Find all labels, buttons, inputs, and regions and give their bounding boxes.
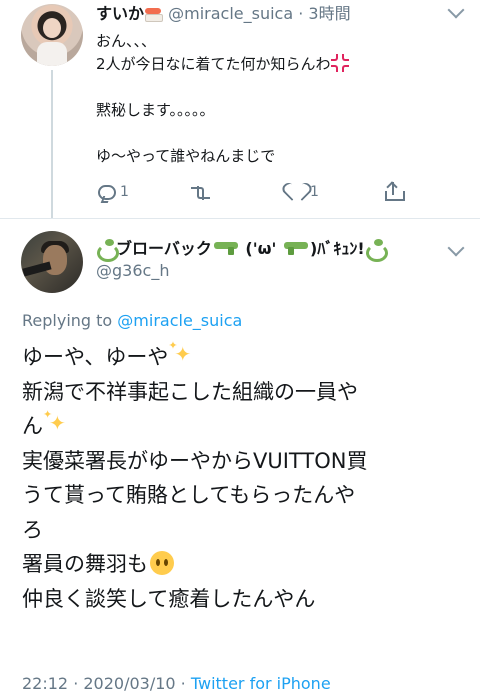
tweet-line: 2人が今日なに着てた何か知らんわ (96, 55, 331, 73)
avatar-shirt (37, 42, 67, 66)
display-name[interactable]: すいか (96, 4, 144, 23)
reply-icon (98, 184, 116, 200)
avatar-face (43, 18, 61, 38)
tweet-line: うて貰って賄賂としてもらったんや (22, 483, 356, 507)
replying-to-handle-link[interactable]: @miracle_suica (117, 311, 242, 330)
parent-tweet[interactable]: すいか @miracle_suica · 3時間 おん、、、 2人が今日なに着て… (0, 0, 480, 218)
water-pistol-emoji-icon (213, 241, 238, 255)
tweet-line: 実優菜署長がゆーやからVUITTON買 (22, 448, 368, 473)
tweet-line: 黙秘します。。。。。 (96, 101, 215, 119)
action-bar: 1 1 (96, 180, 416, 204)
handle[interactable]: @miracle_suica (168, 4, 293, 23)
avatar[interactable] (21, 4, 83, 66)
tweet-header: すいか @miracle_suica · 3時間 (96, 4, 351, 24)
avatar-gun (22, 261, 52, 277)
retweet-icon (188, 184, 212, 200)
chevron-down-icon[interactable] (447, 1, 465, 19)
dot-separator: · (293, 4, 309, 23)
display-name-part: ('ω' (239, 239, 282, 258)
tweet-time: 22:12 (22, 674, 69, 693)
sparkles-emoji-icon (43, 408, 66, 436)
face-without-mouth-emoji-icon (150, 551, 174, 575)
share-button[interactable] (384, 180, 405, 204)
sparkles-emoji-icon (168, 339, 191, 367)
replying-to: Replying to @miracle_suica (22, 311, 242, 331)
tweet-line: ゆーや、ゆーや (22, 345, 169, 369)
dot-separator: · (175, 674, 191, 693)
tweet-text: おん、、、 2人が今日なに着てた何か知らんわ 黙秘します。。。。。 ゆ〜やって誰… (96, 30, 349, 168)
dot-separator: · (68, 674, 84, 693)
tweet-date: 2020/03/10 (83, 674, 176, 693)
reply-button[interactable]: 1 (98, 180, 129, 204)
anger-symbol-icon (330, 54, 349, 72)
heart-icon (286, 183, 306, 201)
handle[interactable]: @g36c_h (96, 261, 169, 281)
tweet-text: ゆーや、ゆーや 新潟で不祥事起こした組織の一員や ん 実優菜署長がゆーやからVU… (22, 339, 462, 616)
reply-count: 1 (120, 184, 129, 200)
snake-emoji-icon (96, 239, 119, 262)
tweet-line: ゆ〜やって誰やねんまじで (96, 147, 276, 165)
tweet-line: おん、、、 (96, 32, 157, 50)
retweet-button[interactable] (188, 180, 216, 204)
water-pistol-emoji-icon (284, 241, 308, 255)
source-link[interactable]: Twitter for iPhone (191, 674, 331, 693)
replying-to-label: Replying to (22, 311, 118, 330)
display-name-part: ブローバック (116, 239, 212, 258)
tweet-line: ん (22, 414, 43, 438)
tweet-line: 新潟で不祥事起こした組織の一員や (22, 379, 358, 404)
avatar[interactable] (21, 231, 83, 293)
timestamp[interactable]: 3時間 (308, 4, 350, 23)
display-name[interactable]: ブローバック ('ω' )ﾊﾞｷｭﾝ! (96, 239, 388, 262)
share-icon (384, 181, 405, 202)
snake-emoji-icon (365, 239, 388, 262)
tweet-line: 署員の舞羽も (22, 552, 148, 576)
thread-line (51, 70, 53, 218)
focused-tweet: ブローバック ('ω' )ﾊﾞｷｭﾝ! @g36c_h Replying to … (0, 219, 480, 696)
display-name-part: )ﾊﾞｷｭﾝ! (310, 239, 365, 258)
tweet-meta: 22:12 · 2020/03/10 · Twitter for iPhone (22, 674, 331, 694)
sushi-emoji-icon (145, 8, 164, 22)
tweet-line: ろ (22, 517, 43, 542)
tweet-line: 仲良く談笑して癒着したんやん (22, 586, 316, 611)
like-button[interactable]: 1 (286, 180, 319, 204)
chevron-down-icon[interactable] (447, 239, 465, 257)
